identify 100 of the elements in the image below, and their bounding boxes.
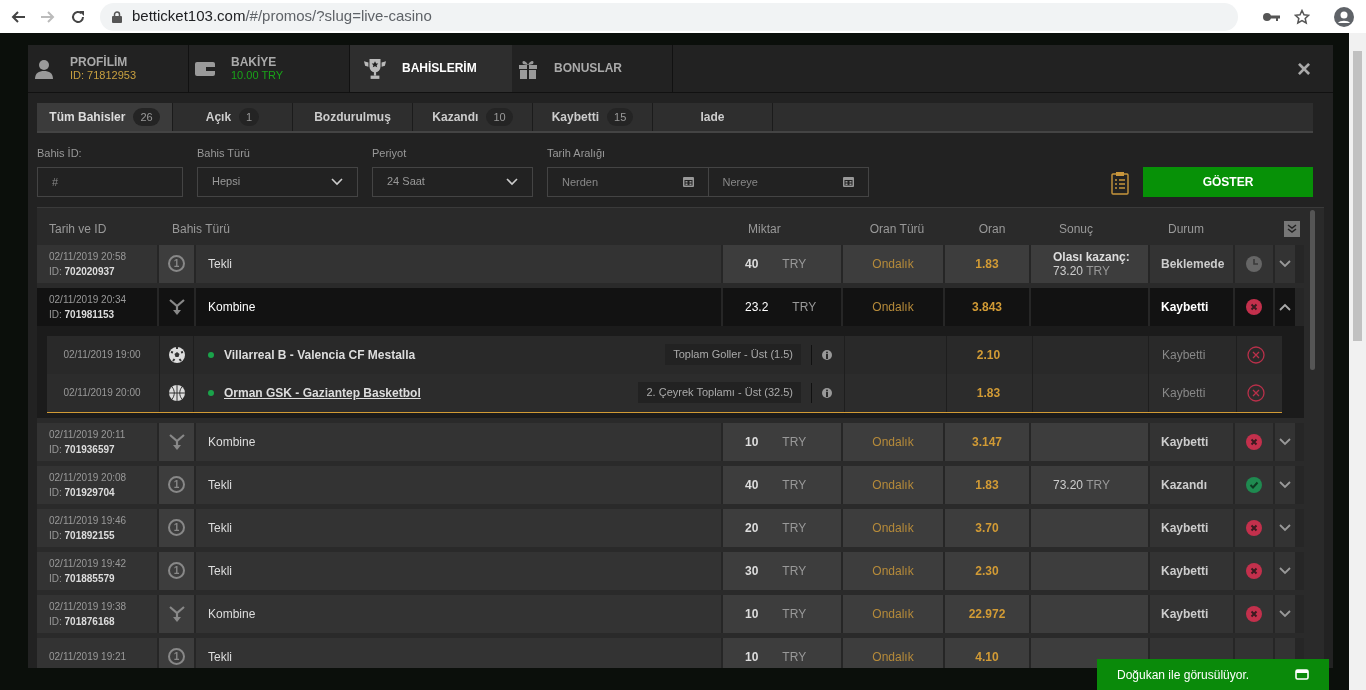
clipboard-icon[interactable] xyxy=(1111,170,1129,195)
table-cell: 1.83 xyxy=(945,465,1029,504)
table-cell: Tekli xyxy=(196,244,721,283)
date-text: 02/11/2019 19:46 xyxy=(49,513,128,528)
live-dot-icon xyxy=(208,389,214,396)
count-badge: 10 xyxy=(486,107,513,127)
field-label: Periyot xyxy=(372,146,408,161)
filter-tab[interactable]: Kaybetti 15 xyxy=(533,103,653,131)
table-cell: 3.70 xyxy=(945,508,1029,547)
field-label: Bahis İD: xyxy=(37,146,83,161)
scrollbar[interactable] xyxy=(1310,209,1315,370)
amount-text: 40 xyxy=(745,476,759,494)
date-text: 02/11/2019 19:42 xyxy=(49,556,128,571)
result-label: Olası kazanç: xyxy=(1053,249,1131,264)
table-cell-text: Kaybetti xyxy=(1161,384,1207,402)
date-text: 02/11/2019 20:58 xyxy=(49,249,128,264)
merge-icon xyxy=(167,604,186,623)
filter-tab[interactable]: Iade xyxy=(653,103,773,131)
table-cell: 1.83 xyxy=(946,373,1030,412)
calendar-icon xyxy=(682,176,694,187)
column-header: Sonuç xyxy=(1058,220,1095,238)
address-bar[interactable]: betticket103.com/#/promos/?slug=live-casino xyxy=(100,2,1238,31)
currency-text: TRY xyxy=(782,433,807,451)
single-bet-icon: 1 xyxy=(168,476,185,493)
currency-text: TRY xyxy=(782,519,807,537)
bet-id: ID: 701936597 xyxy=(49,442,116,457)
balance-text: 10.00 TRY xyxy=(231,68,284,82)
input-field[interactable]: # xyxy=(37,166,183,197)
date-text: 02/11/2019 19:21 xyxy=(49,650,128,664)
dropdown[interactable]: Hepsi xyxy=(197,166,358,197)
currency-text: TRY xyxy=(782,562,807,580)
bet-id: ID: 701885579 xyxy=(49,571,116,586)
table-cell: 3.147 xyxy=(945,422,1029,461)
tab[interactable]: BAHİSLERİM xyxy=(350,45,512,92)
table-cell: 1.83 xyxy=(945,244,1029,283)
chevron-down-icon[interactable] xyxy=(1279,480,1291,489)
filter-tab[interactable]: Bozdurulmuş xyxy=(293,103,413,131)
table-cell: Kaybetti xyxy=(1150,508,1233,547)
match-name: Villarreal B - Valencia CF Mestalla xyxy=(224,346,416,364)
table-cell: Ondalık xyxy=(843,422,943,461)
market-tag: 2. Çeyrek Toplamı - Üst (32.5) xyxy=(638,382,801,403)
single-bet-icon: 1 xyxy=(168,562,185,579)
info-icon[interactable] xyxy=(822,349,832,360)
collapse-all-icon[interactable] xyxy=(1284,220,1300,237)
column-header: Miktar xyxy=(747,220,782,238)
tab-label: BONUSLAR xyxy=(554,62,622,75)
bet-id: ID: 701876168 xyxy=(49,614,116,629)
chevron-down-icon[interactable] xyxy=(1279,566,1291,575)
table-cell: Kombine xyxy=(196,422,721,461)
back-icon[interactable] xyxy=(10,8,26,25)
table-cell: 3.843 xyxy=(945,287,1029,326)
table-cell: 22.972 xyxy=(945,594,1029,633)
account-icon[interactable] xyxy=(1334,6,1354,27)
show-button[interactable]: GÖSTER xyxy=(1143,166,1313,197)
currency-text: TRY xyxy=(782,648,807,666)
chat-status: Doğukan ile görusülüyor. xyxy=(1117,666,1250,684)
chat-bar[interactable]: Doğukan ile görusülüyor. xyxy=(1097,659,1329,690)
table-cell: Kaybetti xyxy=(1150,594,1233,633)
scrollbar[interactable] xyxy=(1349,33,1366,690)
filter-tab[interactable]: Tüm Bahisler 26 xyxy=(37,103,173,131)
chevron-down-icon[interactable] xyxy=(1279,437,1291,446)
chevron-down-icon[interactable] xyxy=(1279,609,1291,618)
table-cell: Tekli xyxy=(196,551,721,590)
lock-icon xyxy=(112,10,122,23)
date-text: 02/11/2019 20:34 xyxy=(49,292,128,307)
info-icon[interactable] xyxy=(822,387,832,398)
date-field[interactable]: Nereye xyxy=(708,166,869,197)
trophy-icon xyxy=(364,57,386,80)
filter-tab[interactable]: Açık 1 xyxy=(173,103,293,131)
chevron-up-icon[interactable] xyxy=(1279,302,1291,311)
filter-tab[interactable]: Kazandı 10 xyxy=(413,103,533,131)
currency-text: TRY xyxy=(782,255,807,273)
date-text: 02/11/2019 19:38 xyxy=(49,599,128,614)
close-button[interactable]: × xyxy=(1289,45,1319,92)
date-text: 02/11/2019 20:11 xyxy=(49,427,127,442)
table-cell: Tekli xyxy=(196,465,721,504)
match-link[interactable]: Orman GSK - Gaziantep Basketbol xyxy=(224,383,421,402)
table-cell: Kombine xyxy=(196,594,721,633)
reload-icon[interactable] xyxy=(70,8,86,25)
chevron-down-icon[interactable] xyxy=(1279,523,1291,532)
result-amount: 73.20 TRY xyxy=(1053,263,1110,278)
market-tag: Toplam Goller - Üst (1.5) xyxy=(665,344,801,365)
table-cell: Kaybetti xyxy=(1150,551,1233,590)
dropdown[interactable]: 24 Saat xyxy=(372,166,533,197)
calendar-icon xyxy=(843,176,854,187)
bet-id: ID: 702020937 xyxy=(49,264,116,279)
column-header: Bahis Türü xyxy=(171,220,231,238)
window-icon xyxy=(1295,669,1309,680)
amount-text: 10 xyxy=(745,433,759,451)
count-badge: 26 xyxy=(133,107,160,127)
date-field[interactable]: Nerden xyxy=(547,166,709,197)
date-input[interactable]: Nereye xyxy=(708,167,829,196)
chevron-down-icon[interactable] xyxy=(1279,259,1291,268)
star-icon[interactable] xyxy=(1294,8,1310,25)
key-icon[interactable] xyxy=(1262,10,1280,23)
date-text: 02/11/2019 19:00 xyxy=(62,348,142,362)
count-badge: 15 xyxy=(607,107,634,127)
date-input[interactable]: Nerden xyxy=(548,167,668,196)
table-cell: Ondalık xyxy=(843,637,943,668)
field-label: Bahis Türü xyxy=(197,146,251,161)
